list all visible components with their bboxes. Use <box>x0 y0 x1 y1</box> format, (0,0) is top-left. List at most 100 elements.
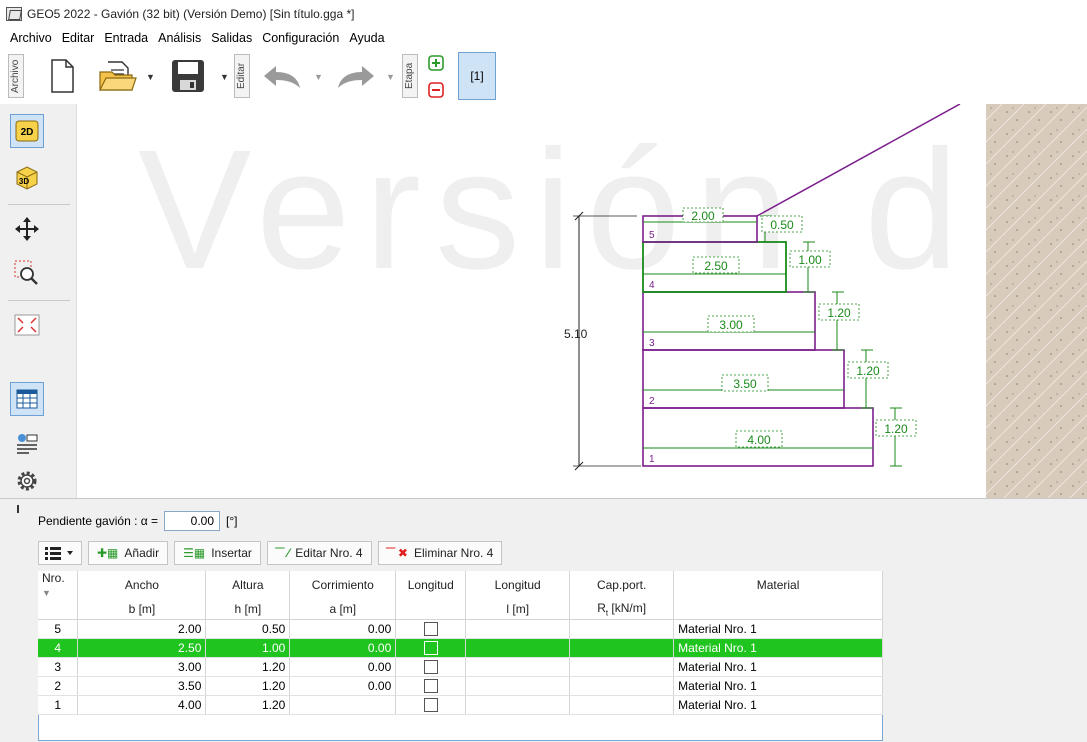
cell-longitud[interactable] <box>465 676 571 696</box>
settings-button[interactable] <box>10 464 44 498</box>
cell-material[interactable]: Material Nro. 1 <box>673 695 883 715</box>
total-height-label: 5.10 <box>564 327 588 341</box>
cell-capport[interactable] <box>569 657 675 677</box>
gabion-block-2[interactable]: 2 3.50 1.20 <box>642 349 889 409</box>
cell-ancho[interactable]: 2.00 <box>77 619 207 639</box>
block-width-label: 3.50 <box>733 377 757 391</box>
gabion-block-4[interactable]: 4 2.50 1.00 <box>642 241 831 293</box>
new-file-icon[interactable] <box>48 58 76 94</box>
col-unit-nr <box>38 599 79 620</box>
cell-capport[interactable] <box>569 638 675 658</box>
cell-capport[interactable] <box>569 619 675 639</box>
menu-configuracion[interactable]: Configuración <box>262 31 339 45</box>
zoom-icon <box>14 260 38 285</box>
block-number: 5 <box>649 230 655 241</box>
cell-capport[interactable] <box>569 676 675 696</box>
cell-corrimiento[interactable] <box>289 695 397 715</box>
remove-stage-icon[interactable] <box>428 82 444 98</box>
table-row[interactable]: 5 2.00 0.50 0.00 Material Nro. 1 <box>38 619 883 639</box>
delete-icon: ‾‾ ✖ <box>386 546 408 560</box>
longitud-checkbox[interactable] <box>423 640 438 655</box>
undo-dropdown-icon[interactable]: ▼ <box>314 72 323 82</box>
gabion-block-3[interactable]: 3 3.00 1.20 <box>642 291 860 351</box>
gabion-block-5[interactable]: 5 2.00 0.50 <box>642 207 803 243</box>
redo-dropdown-icon[interactable]: ▼ <box>386 72 395 82</box>
panel-grip[interactable] <box>17 505 19 513</box>
cell-longitud[interactable] <box>465 638 571 658</box>
cell-material[interactable]: Material Nro. 1 <box>673 657 883 677</box>
menu-archivo[interactable]: Archivo <box>10 31 52 45</box>
cell-altura[interactable]: 1.20 <box>205 657 291 677</box>
cell-material[interactable]: Material Nro. 1 <box>673 676 883 696</box>
add-button[interactable]: ✚▦ Añadir <box>88 541 169 565</box>
add-stage-icon[interactable] <box>428 55 444 71</box>
menu-analisis[interactable]: Análisis <box>158 31 201 45</box>
table-row[interactable]: 2 3.50 1.20 0.00 Material Nro. 1 <box>38 676 883 696</box>
cell-corrimiento[interactable]: 0.00 <box>289 676 397 696</box>
delete-button[interactable]: ‾‾ ✖ Eliminar Nro. 4 <box>377 541 503 565</box>
list-menu-button[interactable] <box>38 541 82 565</box>
cell-longitud[interactable] <box>465 695 571 715</box>
table-row-selected[interactable]: 4 2.50 1.00 0.00 Material Nro. 1 <box>38 638 883 658</box>
longitud-checkbox[interactable] <box>423 621 438 636</box>
block-height-label: 1.20 <box>856 364 880 378</box>
cell-longitud-check <box>395 657 467 677</box>
stage-1-button[interactable]: [1] <box>458 52 496 100</box>
table-row[interactable]: 3 3.00 1.20 0.00 Material Nro. 1 <box>38 657 883 677</box>
cell-altura[interactable]: 1.20 <box>205 676 291 696</box>
gabion-drawing: 5.10 1 4.00 1.20 2 3.50 1.20 3 3.00 1.20… <box>564 104 1087 498</box>
fit-view-button[interactable] <box>10 308 44 342</box>
cell-ancho[interactable]: 3.00 <box>77 657 207 677</box>
cell-capport[interactable] <box>569 695 675 715</box>
save-dropdown-icon[interactable]: ▼ <box>220 72 229 82</box>
labels-button[interactable] <box>10 426 44 460</box>
view-3d-button[interactable]: 3D <box>10 160 44 194</box>
block-height-label: 1.00 <box>798 253 822 267</box>
pan-button[interactable] <box>10 212 44 246</box>
gabion-block-1[interactable]: 1 4.00 1.20 <box>642 407 917 467</box>
drawing-canvas[interactable]: Versión d 5.10 1 4.00 1.20 2 3.50 1.20 3… <box>78 104 1087 498</box>
edit-button[interactable]: ‾‾ ⁄ Editar Nro. 4 <box>266 541 372 565</box>
table-view-button[interactable] <box>10 382 44 416</box>
cell-longitud[interactable] <box>465 657 571 677</box>
longitud-checkbox[interactable] <box>423 697 438 712</box>
cell-longitud[interactable] <box>465 619 571 639</box>
insert-button[interactable]: ☰▦ Insertar <box>174 541 261 565</box>
slope-input[interactable]: 0.00 <box>164 511 221 531</box>
cell-corrimiento[interactable]: 0.00 <box>289 619 397 639</box>
save-icon[interactable] <box>170 58 206 94</box>
cell-corrimiento[interactable]: 0.00 <box>289 657 397 677</box>
table-icon <box>16 389 38 409</box>
block-number: 2 <box>649 396 655 407</box>
menu-editar[interactable]: Editar <box>62 31 95 45</box>
gear-icon <box>17 471 37 491</box>
menu-ayuda[interactable]: Ayuda <box>349 31 384 45</box>
cell-altura[interactable]: 1.20 <box>205 695 291 715</box>
block-number: 3 <box>649 338 655 349</box>
cell-ancho[interactable]: 2.50 <box>77 638 207 658</box>
blocks-table: Nro. ▼ Ancho Altura Corrimiento Longitud… <box>38 571 883 715</box>
table-row[interactable]: 1 4.00 1.20 Material Nro. 1 <box>38 695 883 715</box>
longitud-checkbox[interactable] <box>423 659 438 674</box>
open-file-icon[interactable] <box>98 58 138 94</box>
col-header-nr[interactable]: Nro. ▼ <box>38 571 79 599</box>
menu-entrada[interactable]: Entrada <box>104 31 148 45</box>
cell-ancho[interactable]: 4.00 <box>77 695 207 715</box>
cell-corrimiento[interactable]: 0.00 <box>289 638 397 658</box>
open-dropdown-icon[interactable]: ▼ <box>146 72 155 82</box>
list-menu-icon <box>45 547 73 560</box>
zoom-button[interactable] <box>10 256 44 290</box>
longitud-checkbox[interactable] <box>423 678 438 693</box>
redo-icon[interactable] <box>336 62 376 90</box>
cell-altura[interactable]: 0.50 <box>205 619 291 639</box>
view-2d-button[interactable]: 2D <box>10 114 44 148</box>
cell-material[interactable]: Material Nro. 1 <box>673 619 883 639</box>
cell-ancho[interactable]: 3.50 <box>77 676 207 696</box>
slope-unit: [°] <box>226 514 238 528</box>
cell-altura[interactable]: 1.00 <box>205 638 291 658</box>
cell-nr: 2 <box>38 676 79 696</box>
cell-material[interactable]: Material Nro. 1 <box>673 638 883 658</box>
menu-salidas[interactable]: Salidas <box>211 31 252 45</box>
undo-icon[interactable] <box>262 62 302 90</box>
slope-label: Pendiente gavión : α = <box>38 514 159 528</box>
